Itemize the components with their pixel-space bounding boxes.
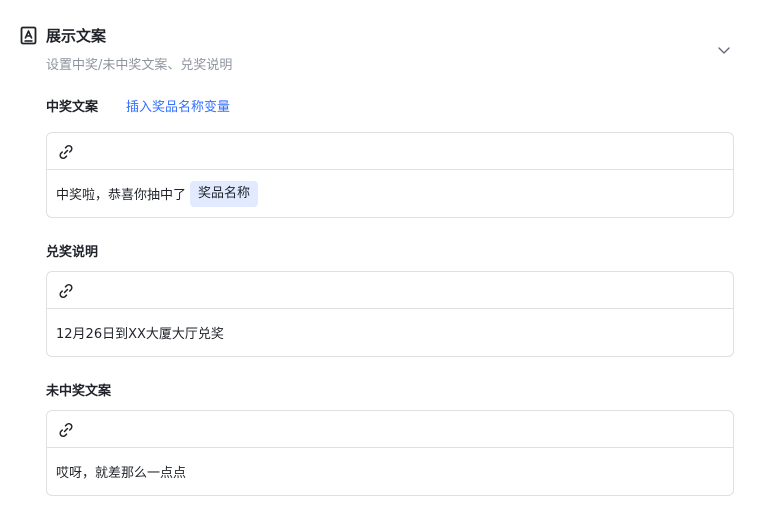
lose-copy-label: 未中奖文案 [46,384,112,399]
section-subtitle: 设置中奖/未中奖文案、兑奖说明 [46,58,233,73]
editor-toolbar [47,272,733,309]
editor-content[interactable]: 中奖啦，恭喜你抽中了 奖品名称 [47,170,733,217]
link-icon[interactable] [56,281,76,301]
display-copy-header: 展示文案 设置中奖/未中奖文案、兑奖说明 [20,24,760,80]
redeem-desc-label: 兑奖说明 [46,245,99,260]
win-copy-editor[interactable]: 中奖啦，恭喜你抽中了 奖品名称 [46,132,734,218]
section-title: 展示文案 [46,27,107,45]
link-icon[interactable] [56,142,76,162]
win-copy-label: 中奖文案 [46,100,99,115]
text-box-icon [20,26,37,45]
chevron-down-icon[interactable] [714,40,734,60]
redeem-desc-editor[interactable]: 12月26日到XX大厦大厅兑奖 [46,271,734,357]
redeem-desc-text: 12月26日到XX大厦大厅兑奖 [56,327,224,342]
editor-toolbar [47,411,733,448]
editor-content[interactable]: 哎呀，就差那么一点点 [47,448,733,495]
lose-copy-text: 哎呀，就差那么一点点 [56,466,187,481]
prize-name-variable-tag[interactable]: 奖品名称 [190,180,259,207]
win-copy-text: 中奖啦，恭喜你抽中了 [56,188,187,203]
editor-content[interactable]: 12月26日到XX大厦大厅兑奖 [47,309,733,356]
lose-copy-editor[interactable]: 哎呀，就差那么一点点 [46,410,734,496]
insert-prize-variable-link[interactable]: 插入奖品名称变量 [126,99,230,117]
editor-toolbar [47,133,733,170]
link-icon[interactable] [56,420,76,440]
